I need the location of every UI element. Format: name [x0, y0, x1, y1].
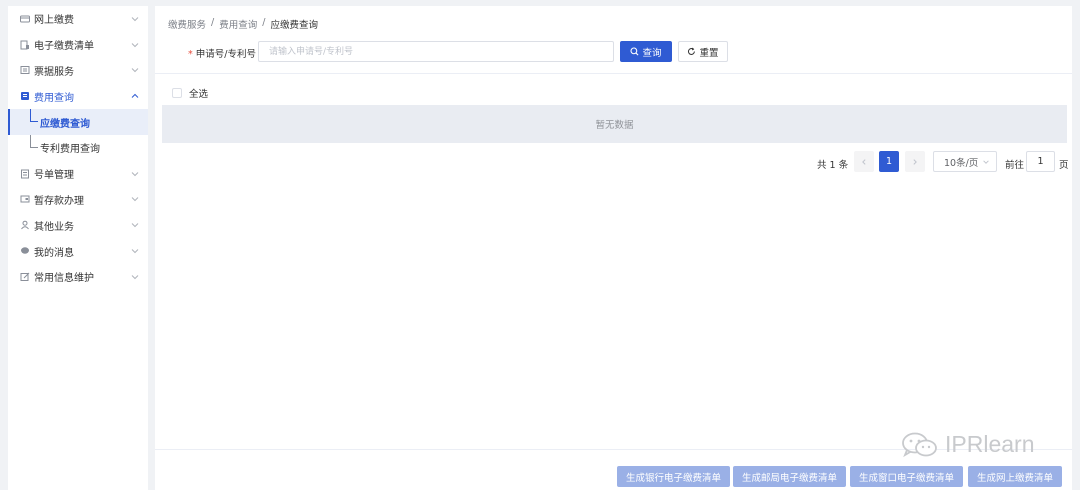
- tree-connector: [30, 109, 38, 123]
- breadcrumb-current: 应缴费查询: [270, 20, 318, 31]
- empty-text: 暂无数据: [595, 120, 634, 131]
- search-doc-icon: [20, 91, 30, 101]
- divider: [155, 73, 1072, 74]
- breadcrumb-level1[interactable]: 缴费服务: [168, 17, 206, 31]
- chevron-down-icon: [131, 223, 139, 228]
- wechat-icon: [902, 432, 937, 457]
- search-button[interactable]: 查询: [620, 41, 672, 62]
- chevron-right-icon: [913, 158, 917, 165]
- sidebar-item-label: 电子缴费清单: [34, 41, 94, 53]
- sidebar-subitem-patent-fee-query[interactable]: 专利费用查询: [8, 134, 148, 161]
- ticket-icon: [20, 65, 30, 75]
- user-icon: [20, 220, 30, 230]
- sidebar-item-label: 暂存款办理: [34, 195, 84, 207]
- select-all-label: 全选: [189, 89, 209, 100]
- sidebar-item-label: 号单管理: [34, 170, 74, 182]
- application-number-input[interactable]: [258, 41, 614, 62]
- chevron-up-icon: [131, 94, 139, 99]
- generate-online-payment-list-button[interactable]: 生成网上缴费清单: [968, 466, 1063, 487]
- sidebar-subitem-label: 专利费用查询: [40, 144, 100, 156]
- edit-icon: [20, 272, 30, 282]
- wallet-icon: [20, 194, 30, 204]
- sidebar: 网上缴费 电子缴费清单 票据服务 费用查询 应缴费查询 专利费用查询 号单管理: [8, 6, 148, 490]
- sidebar-item-label: 费用查询: [34, 92, 74, 104]
- chevron-left-icon: [862, 158, 866, 165]
- chevron-down-icon: [131, 197, 139, 202]
- generate-bank-list-button[interactable]: 生成银行电子缴费清单: [617, 466, 731, 487]
- list-icon: [20, 169, 30, 179]
- sidebar-item-info-maintenance[interactable]: 常用信息维护: [8, 264, 148, 290]
- page-size-value: 10条/页: [944, 157, 979, 169]
- refresh-icon: [688, 47, 696, 55]
- sidebar-item-label: 票据服务: [34, 66, 74, 78]
- sidebar-item-e-payment-list[interactable]: 电子缴费清单: [8, 32, 148, 58]
- breadcrumb-level2[interactable]: 费用查询: [219, 17, 257, 31]
- sidebar-item-number-management[interactable]: 号单管理: [8, 161, 148, 187]
- search-button-label: 查询: [642, 47, 662, 59]
- page-size-select[interactable]: 10条/页: [933, 151, 997, 172]
- page-number-button[interactable]: 1: [879, 151, 899, 172]
- breadcrumb-separator: /: [211, 17, 215, 28]
- select-all-checkbox[interactable]: [172, 88, 182, 98]
- tree-connector: [30, 134, 38, 148]
- sidebar-item-label: 常用信息维护: [34, 273, 94, 285]
- sidebar-item-label: 网上缴费: [34, 15, 74, 27]
- required-mark: *: [188, 49, 193, 60]
- chevron-down-icon: [983, 160, 989, 164]
- empty-state: 暂无数据: [162, 105, 1067, 143]
- sidebar-item-my-messages[interactable]: 我的消息: [8, 238, 148, 264]
- field-label-text: 申请号/专利号: [195, 49, 256, 60]
- breadcrumb: 缴费服务 / 费用查询 / 应缴费查询: [168, 17, 318, 31]
- watermark-text: IPRlearn: [945, 431, 1035, 457]
- total-count: 共 1 条: [817, 160, 849, 171]
- sidebar-subitem-label: 应缴费查询: [40, 118, 90, 130]
- sidebar-item-label: 其他业务: [34, 221, 74, 233]
- goto-suffix: 页: [1059, 160, 1069, 171]
- chevron-down-icon: [131, 249, 139, 254]
- sidebar-item-invoice-service[interactable]: 票据服务: [8, 58, 148, 84]
- chevron-down-icon: [131, 68, 139, 73]
- generate-counter-list-button[interactable]: 生成窗口电子缴费清单: [850, 466, 964, 487]
- pagination: 共 1 条 1 10条/页 前往 页: [155, 151, 1072, 173]
- search-icon: [630, 47, 639, 56]
- chevron-down-icon: [131, 42, 139, 47]
- receipt-icon: [20, 40, 30, 50]
- breadcrumb-separator: /: [262, 17, 266, 28]
- application-number-label: * 申请号/专利号: [188, 46, 256, 60]
- sidebar-item-online-payment[interactable]: 网上缴费: [8, 6, 148, 32]
- reset-button-label: 重置: [699, 47, 719, 59]
- card-icon: [20, 14, 30, 24]
- search-form: *申请号/专利号 查询 重置: [155, 41, 1072, 63]
- sidebar-subitem-due-fee-query[interactable]: 应缴费查询: [8, 109, 148, 135]
- watermark: IPRlearn: [901, 431, 1034, 458]
- sidebar-item-deposit-handling[interactable]: 暂存款办理: [8, 187, 148, 213]
- chevron-down-icon: [131, 275, 139, 280]
- goto-label: 前往: [1005, 160, 1025, 171]
- main-panel: 缴费服务 / 费用查询 / 应缴费查询 *申请号/专利号 查询 重置 全选 暂无…: [155, 6, 1072, 490]
- select-all[interactable]: 全选: [172, 86, 208, 100]
- sidebar-item-label: 我的消息: [34, 247, 74, 259]
- reset-button[interactable]: 重置: [678, 41, 728, 62]
- prev-page-button[interactable]: [854, 151, 874, 172]
- chevron-down-icon: [131, 171, 139, 176]
- chat-icon: [20, 246, 30, 256]
- generate-post-office-list-button[interactable]: 生成邮局电子缴费清单: [733, 466, 847, 487]
- sidebar-item-fee-query[interactable]: 费用查询: [8, 83, 148, 109]
- goto-page-input[interactable]: [1026, 151, 1055, 172]
- chevron-down-icon: [131, 17, 139, 22]
- sidebar-item-other-business[interactable]: 其他业务: [8, 212, 148, 238]
- next-page-button[interactable]: [905, 151, 925, 172]
